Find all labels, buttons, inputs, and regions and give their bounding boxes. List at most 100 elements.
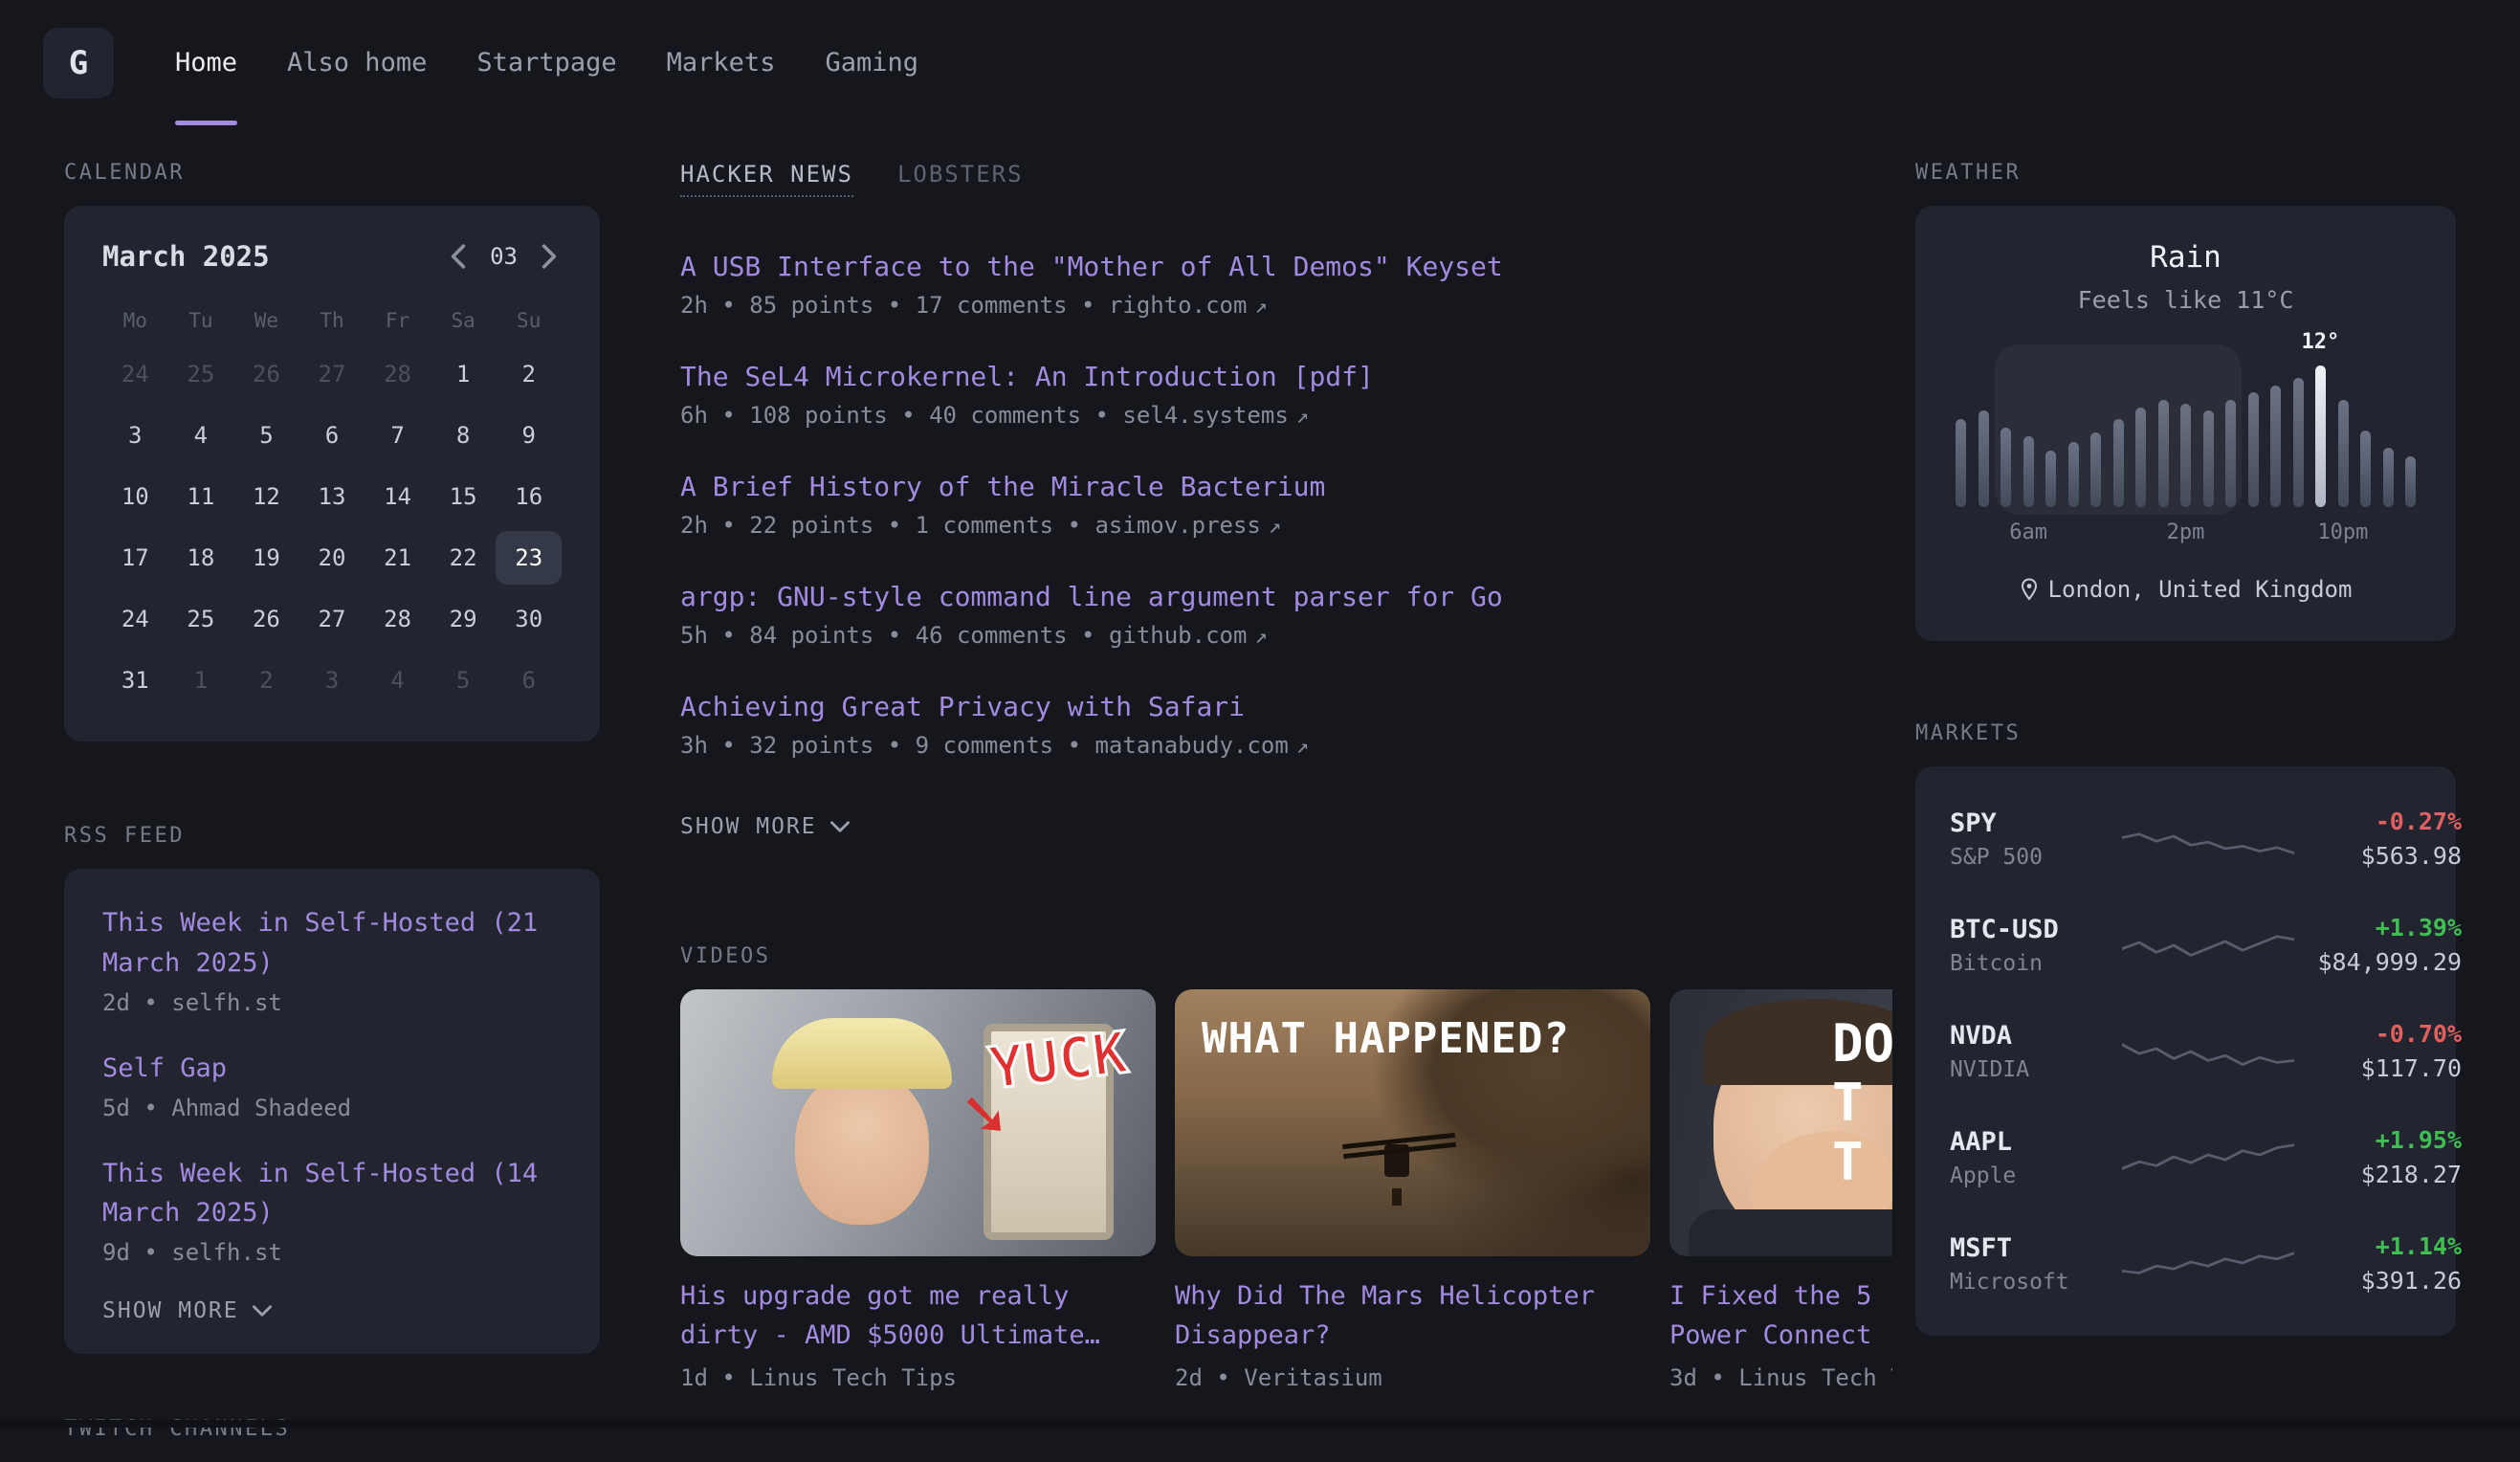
news-item-title[interactable]: A USB Interface to the "Mother of All De…	[680, 251, 1835, 282]
calendar-weekday-label: Su	[496, 301, 562, 340]
app-logo[interactable]: G	[43, 28, 114, 99]
market-symbol-block: NVDANVIDIA	[1950, 1021, 2122, 1082]
news-item-title[interactable]: The SeL4 Microkernel: An Introduction [p…	[680, 361, 1835, 392]
video-meta: 2d • Veritasium	[1175, 1364, 1650, 1391]
feed-tab-hacker-news[interactable]: HACKER NEWS	[680, 161, 853, 197]
weather-location-label: London, United Kingdom	[2048, 576, 2353, 603]
market-row-aapl[interactable]: AAPLApple+1.95%$218.27	[1950, 1104, 2421, 1210]
video-card[interactable]: DO T T I Fixed the 5 Power Connect 3d • Li…	[1669, 989, 1892, 1391]
market-sparkline	[2122, 1238, 2294, 1290]
nav-tab-markets[interactable]: Markets	[667, 0, 776, 125]
weather-bar	[2315, 366, 2326, 507]
video-thumbnail[interactable]: YUCK	[680, 989, 1156, 1256]
external-link-icon: ↗	[1269, 515, 1281, 539]
video-thumbnail[interactable]: DO T T	[1669, 989, 1892, 1256]
external-link-icon: ↗	[1296, 735, 1309, 759]
market-name: Bitcoin	[1950, 951, 2122, 976]
calendar-day: 18	[168, 531, 234, 585]
rss-item: Self Gap 5d • Ahmad Shadeed	[102, 1049, 562, 1121]
news-item-meta: 2h • 22 points • 1 comments • asimov.pre…	[680, 512, 1835, 539]
market-price: $117.70	[2294, 1054, 2462, 1082]
news-show-more-button[interactable]: SHOW MORE	[680, 814, 850, 839]
calendar-day: 12	[233, 470, 299, 523]
rss-item-title[interactable]: This Week in Self-Hosted (14 March 2025)	[102, 1154, 562, 1234]
weather-location: London, United Kingdom	[1950, 576, 2421, 603]
rss-item-title[interactable]: This Week in Self-Hosted (21 March 2025)	[102, 903, 562, 984]
video-card[interactable]: WHAT HAPPENED? Why Did The Mars Helicopte…	[1175, 989, 1650, 1391]
news-item-source[interactable]: sel4.systems	[1122, 402, 1288, 429]
video-meta: 3d • Linus Tech Tips	[1669, 1364, 1892, 1391]
market-values-block: +1.14%$391.26	[2294, 1232, 2462, 1295]
calendar-day: 25	[168, 347, 234, 401]
news-item-title[interactable]: argp: GNU-style command line argument pa…	[680, 581, 1835, 612]
news-item-stats: 6h • 108 points • 40 comments •	[680, 402, 1122, 429]
nav-tab-startpage[interactable]: Startpage	[476, 0, 616, 125]
market-values-block: +1.39%$84,999.29	[2294, 914, 2462, 976]
news-item-title[interactable]: A Brief History of the Miracle Bacterium	[680, 471, 1835, 502]
rss-item-title[interactable]: Self Gap	[102, 1049, 562, 1089]
market-price: $563.98	[2294, 842, 2462, 870]
calendar-day: 7	[365, 409, 431, 462]
rss-item: This Week in Self-Hosted (14 March 2025)…	[102, 1154, 562, 1267]
video-title[interactable]: His upgrade got me really dirty - AMD $5…	[680, 1277, 1156, 1355]
weather-bar	[2248, 392, 2259, 507]
calendar-day: 26	[233, 592, 299, 646]
thumbnail-overlay-text: DO T T	[1832, 1014, 1892, 1192]
feed-tab-lobsters[interactable]: LOBSTERS	[897, 161, 1024, 195]
calendar-day: 6	[496, 653, 562, 707]
calendar-day: 5	[431, 653, 497, 707]
market-sparkline	[2122, 919, 2294, 971]
calendar-day: 16	[496, 470, 562, 523]
market-row-msft[interactable]: MSFTMicrosoft+1.14%$391.26	[1950, 1210, 2421, 1317]
video-title[interactable]: Why Did The Mars Helicopter Disappear?	[1175, 1277, 1650, 1355]
rss-card: This Week in Self-Hosted (21 March 2025)…	[64, 869, 600, 1354]
video-card[interactable]: YUCK His upgrade got me really dirty - AM…	[680, 989, 1156, 1391]
external-link-icon: ↗	[1254, 625, 1267, 649]
calendar-next-button[interactable]	[537, 240, 562, 273]
thumbnail-overlay-text: WHAT HAPPENED?	[1202, 1014, 1570, 1063]
nav-tab-home[interactable]: Home	[175, 0, 237, 125]
market-price: $84,999.29	[2294, 948, 2462, 976]
weather-bar	[1956, 419, 1966, 507]
calendar-day: 29	[431, 592, 497, 646]
news-item: A USB Interface to the "Mother of All De…	[680, 251, 1835, 319]
calendar-day: 1	[431, 347, 497, 401]
external-link-icon: ↗	[1296, 405, 1309, 429]
market-row-nvda[interactable]: NVDANVIDIA-0.70%$117.70	[1950, 998, 2421, 1104]
weather-bar	[2045, 451, 2056, 507]
nav-tab-also-home[interactable]: Also home	[287, 0, 427, 125]
video-thumbnail[interactable]: WHAT HAPPENED?	[1175, 989, 1650, 1256]
calendar-day: 2	[233, 653, 299, 707]
news-item-title[interactable]: Achieving Great Privacy with Safari	[680, 691, 1835, 722]
rss-item-meta: 5d • Ahmad Shadeed	[102, 1095, 562, 1121]
markets-widget-title: MARKETS	[1915, 721, 2456, 745]
calendar-prev-button[interactable]	[446, 240, 471, 273]
news-item: argp: GNU-style command line argument pa…	[680, 581, 1835, 649]
location-pin-icon	[2020, 578, 2039, 601]
weather-bar	[2068, 442, 2079, 507]
weather-bar	[2338, 400, 2349, 507]
video-title[interactable]: I Fixed the 5 Power Connect	[1669, 1277, 1892, 1355]
weather-bar	[2090, 432, 2101, 507]
rss-show-more-button[interactable]: SHOW MORE	[102, 1298, 272, 1323]
chevron-down-icon	[253, 1305, 272, 1317]
calendar-day: 11	[168, 470, 234, 523]
market-values-block: -0.70%$117.70	[2294, 1020, 2462, 1082]
market-symbol-block: MSFTMicrosoft	[1950, 1233, 2122, 1295]
external-link-icon: ↗	[1254, 295, 1267, 319]
news-item-source[interactable]: github.com	[1109, 622, 1248, 649]
calendar-day: 4	[365, 653, 431, 707]
weather-bar	[2405, 456, 2416, 507]
weather-bar	[2270, 386, 2281, 507]
news-item-source[interactable]: matanabudy.com	[1094, 732, 1288, 759]
calendar-day: 22	[431, 531, 497, 585]
middle-column: HACKER NEWS LOBSTERS A USB Interface to t…	[680, 161, 1835, 1462]
calendar-day: 1	[168, 653, 234, 707]
nav-tab-gaming[interactable]: Gaming	[825, 0, 918, 125]
market-row-spy[interactable]: SPYS&P 500-0.27%$563.98	[1950, 786, 2421, 892]
market-row-btc-usd[interactable]: BTC-USDBitcoin+1.39%$84,999.29	[1950, 892, 2421, 998]
news-item-source[interactable]: asimov.press	[1094, 512, 1260, 539]
market-ticker: AAPL	[1950, 1127, 2122, 1157]
calendar-day: 20	[299, 531, 365, 585]
news-item-source[interactable]: righto.com	[1109, 292, 1248, 319]
